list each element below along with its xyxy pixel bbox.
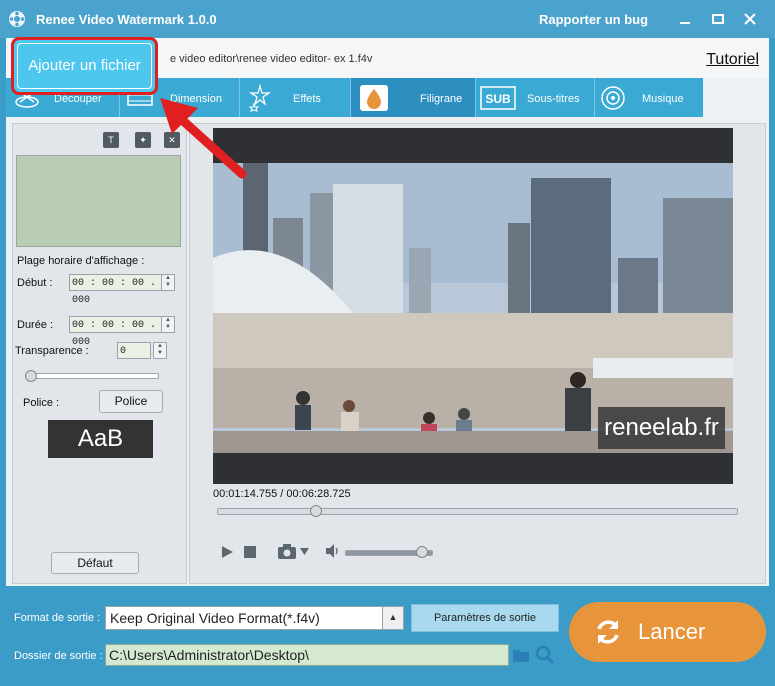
output-bar: Format de sortie : Keep Original Video F…	[0, 586, 775, 686]
transparency-slider[interactable]	[25, 373, 159, 379]
duration-input[interactable]: 00 : 00 : 00 . 000	[69, 316, 162, 348]
output-format-dropdown[interactable]: ▲	[382, 606, 404, 630]
tab-watermark[interactable]: Filigrane	[351, 78, 475, 117]
start-button[interactable]: Lancer	[569, 602, 766, 662]
transparency-slider-knob[interactable]	[25, 370, 37, 382]
font-button[interactable]: Police	[99, 390, 163, 413]
minimize-icon[interactable]	[677, 11, 693, 27]
add-text-watermark-icon[interactable]: T	[103, 132, 119, 148]
tab-effects[interactable]: Effets	[240, 78, 350, 117]
add-file-label[interactable]: Ajouter un fichier	[17, 43, 152, 89]
output-format-label: Format de sortie :	[14, 612, 101, 624]
tab-music[interactable]: Musique	[595, 78, 703, 117]
sub-icon: SUB	[480, 86, 516, 110]
volume-icon[interactable]	[325, 544, 341, 558]
watermark-drop-icon	[360, 85, 388, 111]
transparency-label: Transparence :	[15, 345, 89, 357]
folder-icon[interactable]	[512, 647, 530, 663]
duration-stepper[interactable]: ▲ ▼	[161, 316, 175, 333]
seek-bar[interactable]	[217, 508, 738, 515]
refresh-icon	[597, 620, 619, 644]
app-window: Renee Video Watermark 1.0.0 Rapporter un…	[0, 0, 775, 686]
video-preview[interactable]: reneelab.fr	[213, 128, 733, 484]
title-bar: Renee Video Watermark 1.0.0 Rapporter un…	[0, 0, 775, 38]
add-file-button[interactable]: Ajouter un fichier	[11, 37, 158, 95]
svg-text:SUB: SUB	[485, 92, 511, 106]
output-folder-input[interactable]: C:\Users\Administrator\Desktop\	[105, 644, 509, 666]
tab-subtitles-label: Sous-titres	[527, 93, 580, 105]
camera-icon[interactable]	[278, 544, 296, 559]
report-bug-link[interactable]: Rapporter un bug	[539, 12, 648, 27]
transparency-stepper[interactable]: ▲ ▼	[153, 342, 167, 359]
output-folder-label: Dossier de sortie :	[14, 650, 103, 662]
play-icon[interactable]	[220, 545, 234, 559]
maximize-icon[interactable]	[710, 11, 726, 27]
watermark-overlay[interactable]: reneelab.fr	[598, 407, 725, 449]
start-button-label: Lancer	[638, 619, 706, 644]
stop-icon[interactable]	[244, 546, 256, 558]
start-label: Début :	[17, 277, 53, 289]
music-disc-icon	[601, 86, 625, 110]
tutorial-link[interactable]: Tutoriel	[706, 51, 759, 69]
current-time: 00:01:14.755	[213, 488, 278, 500]
seek-knob[interactable]	[309, 505, 322, 517]
tab-music-label: Musique	[642, 93, 684, 105]
tab-effects-label: Effets	[293, 93, 321, 105]
output-format-select[interactable]: Keep Original Video Format(*.f4v)	[105, 606, 383, 630]
total-time: 00:06:28.725	[286, 488, 351, 500]
app-title: Renee Video Watermark 1.0.0	[36, 12, 217, 27]
add-image-watermark-icon[interactable]: ✦	[135, 132, 151, 148]
start-time-input[interactable]: 00 : 00 : 00 . 000	[69, 274, 162, 306]
tab-subtitles[interactable]: SUB Sous-titres	[476, 78, 594, 117]
chevron-down-icon[interactable]	[300, 547, 309, 556]
player-area: reneelab.fr 00:01:14.755 / 00:06:28.725	[189, 123, 766, 584]
font-preview: AaB	[48, 420, 153, 458]
watermark-panel: T ✦ ✕ Plage horaire d'affichage : Début …	[12, 123, 187, 584]
search-icon[interactable]	[535, 645, 555, 665]
stars-icon	[248, 84, 272, 112]
default-button[interactable]: Défaut	[51, 552, 139, 574]
start-time-stepper[interactable]: ▲ ▼	[161, 274, 175, 291]
close-icon[interactable]	[742, 11, 758, 27]
transparency-input[interactable]: 0	[117, 342, 151, 359]
tab-watermark-label: Filigrane	[420, 93, 463, 105]
output-settings-button[interactable]: Paramètres de sortie	[411, 604, 559, 632]
red-pointer-arrow-icon	[160, 98, 247, 179]
display-range-label: Plage horaire d'affichage :	[17, 255, 145, 267]
time-display: 00:01:14.755 / 00:06:28.725	[213, 488, 351, 500]
file-path: e video editor\renee video editor- ex 1.…	[170, 53, 373, 65]
main-panel: e video editor\renee video editor- ex 1.…	[6, 38, 769, 586]
volume-knob[interactable]	[416, 546, 429, 558]
duration-label: Durée :	[17, 319, 54, 331]
app-logo-icon	[9, 11, 25, 27]
font-label: Police :	[23, 397, 60, 409]
